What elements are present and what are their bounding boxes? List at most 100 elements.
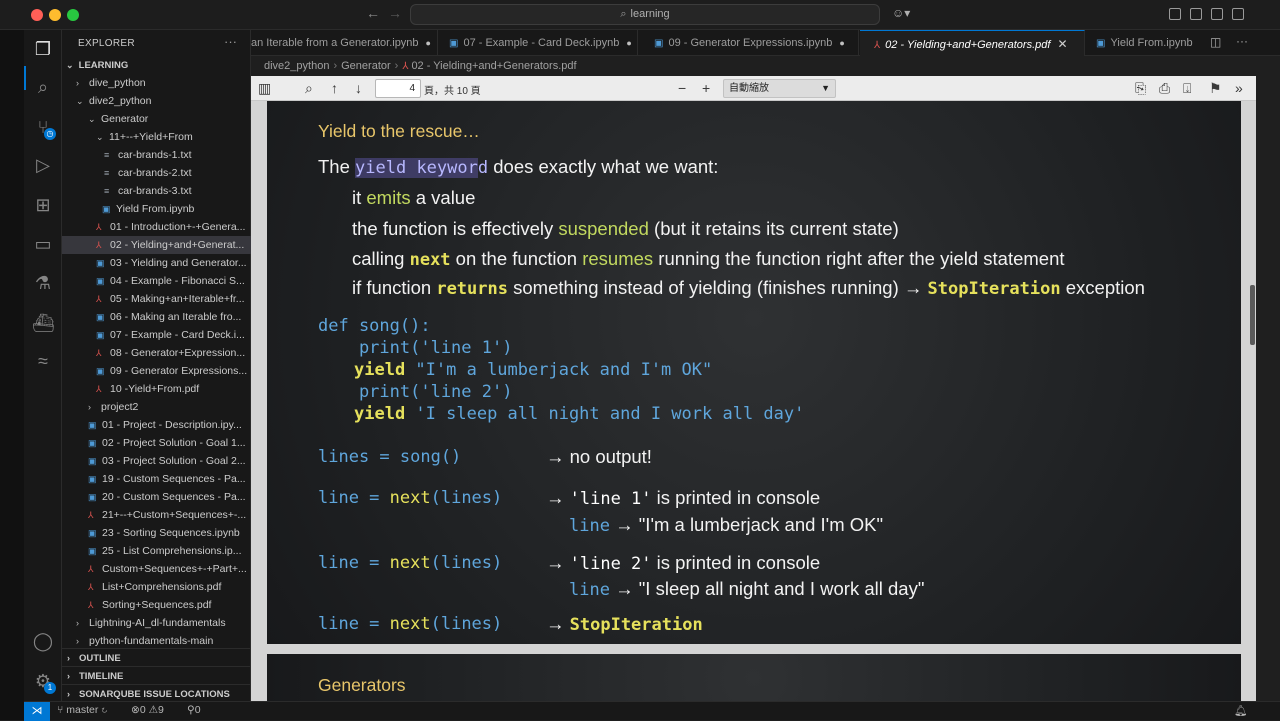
- extensions-icon[interactable]: ⊞: [32, 194, 54, 216]
- breadcrumb-item[interactable]: 02 - Yielding+and+Generators.pdf: [411, 60, 576, 72]
- tree-folder[interactable]: › dive_python: [62, 74, 251, 92]
- problems-status[interactable]: ⊗0 ⚠9: [131, 704, 164, 716]
- tree-file[interactable]: ⅄ Sorting+Sequences.pdf: [62, 596, 251, 614]
- tree-file[interactable]: ▣ 06 - Making an Iterable fro...: [62, 308, 251, 326]
- tree-file[interactable]: ▣ 02 - Project Solution - Goal 1...: [62, 434, 251, 452]
- tree-file[interactable]: ▣ 07 - Example - Card Deck.i...: [62, 326, 251, 344]
- account-icon[interactable]: ◯: [32, 630, 54, 652]
- tree-file[interactable]: ▣ 25 - List Comprehensions.ip...: [62, 542, 251, 560]
- remote-explorer-icon[interactable]: ▭: [32, 233, 54, 255]
- notebook-file-icon: ▣: [96, 312, 105, 322]
- customize-layout-icon[interactable]: [1232, 8, 1244, 20]
- more-actions-icon[interactable]: ···: [224, 34, 237, 49]
- scrollbar-thumb[interactable]: [1250, 285, 1255, 345]
- intro-text: The: [318, 156, 356, 177]
- explorer-icon[interactable]: ❐: [32, 38, 54, 60]
- search-icon[interactable]: ⌕: [32, 76, 54, 98]
- tools-menu-icon[interactable]: »: [1235, 80, 1243, 96]
- wave-icon[interactable]: ≈: [32, 350, 54, 372]
- notebook-icon: ▣: [449, 38, 459, 49]
- tree-file[interactable]: ▣ 09 - Generator Expressions...: [62, 362, 251, 380]
- previous-page-icon[interactable]: ↑: [331, 80, 338, 96]
- workspace-root[interactable]: ⌄ LEARNING: [62, 56, 251, 74]
- tree-file[interactable]: ≡ car-brands-3.txt: [62, 182, 251, 200]
- tree-file[interactable]: ⅄ 02 - Yielding+and+Generat...: [62, 236, 251, 254]
- save-icon[interactable]: ⍗: [1183, 80, 1191, 96]
- tree-folder[interactable]: › Lightning-AI_dl-fundamentals: [62, 614, 251, 632]
- notebook-file-icon: ▣: [88, 438, 97, 448]
- window-close-button[interactable]: [31, 9, 43, 21]
- tree-file[interactable]: ▣ 20 - Custom Sequences - Pa...: [62, 488, 251, 506]
- split-editor-icon[interactable]: ◫: [1210, 35, 1221, 49]
- toggle-panel-icon[interactable]: [1190, 8, 1202, 20]
- tab-yield-from[interactable]: ▣ Yield From.ipynb: [1086, 30, 1208, 56]
- notifications-icon[interactable]: 🔔︎: [1234, 704, 1247, 717]
- back-arrow-icon[interactable]: ←: [366, 5, 380, 21]
- tree-file[interactable]: ⅄ Custom+Sequences+-+Part+...: [62, 560, 251, 578]
- bullet-code: StopIteration: [927, 279, 1061, 299]
- print-icon[interactable]: ⎙: [1159, 80, 1170, 96]
- tree-item-label: 04 - Example - Fibonacci S...: [110, 275, 245, 287]
- tree-file[interactable]: ⅄ 01 - Introduction+-+Genera...: [62, 218, 251, 236]
- open-file-icon[interactable]: ⎘: [1135, 80, 1146, 96]
- tree-file[interactable]: ⅄ List+Comprehensions.pdf: [62, 578, 251, 596]
- ports-status[interactable]: ⚲0: [187, 704, 201, 716]
- activity-bar: ❐ ⌕ ⑂ ◷ ▷ ⊞ ▭ ⚗ ⛴ ≈ ◯ ⚙ 1: [24, 30, 62, 701]
- tab-card-deck[interactable]: ▣ 07 - Example - Card Deck.ipynb ●: [439, 30, 638, 56]
- next-page-icon[interactable]: ↓: [355, 80, 362, 96]
- tree-file[interactable]: ▣ 19 - Custom Sequences - Pa...: [62, 470, 251, 488]
- section-sonarqube-issue-locations[interactable]: › SONARQUBE ISSUE LOCATIONS: [62, 684, 251, 702]
- tab-yielding-generators-pdf[interactable]: ⅄ 02 - Yielding+and+Generators.pdf ✕: [860, 30, 1085, 56]
- toggle-secondary-sidebar-icon[interactable]: [1211, 8, 1223, 20]
- tree-folder[interactable]: ⌄ Generator: [62, 110, 251, 128]
- chevron-right-icon: ›: [67, 671, 70, 681]
- remote-indicator-icon[interactable]: ⋊: [24, 702, 50, 721]
- tree-file[interactable]: ⅄ 10 -Yield+From.pdf: [62, 380, 251, 398]
- tree-item-label: 10 -Yield+From.pdf: [110, 383, 200, 395]
- tree-folder[interactable]: ⌄ dive2_python: [62, 92, 251, 110]
- tree-file[interactable]: ▣ 03 - Project Solution - Goal 2...: [62, 452, 251, 470]
- pdf-viewer[interactable]: Yield to the rescue… The yield keyword d…: [251, 101, 1256, 701]
- tree-file[interactable]: ⅄ 05 - Making+an+Iterable+fr...: [62, 290, 251, 308]
- section-outline[interactable]: › OUTLINE: [62, 648, 251, 666]
- command-center-search[interactable]: ⌕ learning: [410, 4, 880, 25]
- copilot-icon[interactable]: ☺▾: [892, 6, 910, 20]
- git-branch-icon: ⑂: [57, 704, 64, 716]
- tree-file[interactable]: ▣ 01 - Project - Description.ipy...: [62, 416, 251, 434]
- tree-file[interactable]: ▣ 04 - Example - Fibonacci S...: [62, 272, 251, 290]
- tree-file[interactable]: ≡ car-brands-2.txt: [62, 164, 251, 182]
- tree-file[interactable]: ▣ Yield From.ipynb: [62, 200, 251, 218]
- tab-generator-expressions[interactable]: ▣ 09 - Generator Expressions.ipynb ●: [639, 30, 859, 56]
- tree-file[interactable]: ⅄ 08 - Generator+Expression...: [62, 344, 251, 362]
- forward-arrow-icon[interactable]: →: [388, 5, 402, 21]
- bookmark-icon[interactable]: ⚑: [1209, 80, 1222, 96]
- toggle-primary-sidebar-icon[interactable]: [1169, 8, 1181, 20]
- window-minimize-button[interactable]: [49, 9, 61, 21]
- notebook-icon: ▣: [1096, 38, 1106, 49]
- more-tabs-icon[interactable]: ···: [1236, 34, 1248, 48]
- window-maximize-button[interactable]: [67, 9, 79, 21]
- run-debug-icon[interactable]: ▷: [32, 154, 54, 176]
- tree-file[interactable]: ▣ 23 - Sorting Sequences.ipynb: [62, 524, 251, 542]
- find-icon[interactable]: ⌕: [305, 80, 313, 96]
- pdf-icon: ⅄: [874, 40, 881, 51]
- tree-folder[interactable]: › project2: [62, 398, 251, 416]
- tree-file[interactable]: ⅄ 21+--+Custom+Sequences+-...: [62, 506, 251, 524]
- section-timeline[interactable]: › TIMELINE: [62, 666, 251, 684]
- docker-icon[interactable]: ⛴: [32, 312, 55, 334]
- branch-status[interactable]: ⑂ master ↻: [57, 704, 108, 716]
- zoom-out-icon[interactable]: −: [678, 80, 686, 96]
- testing-icon[interactable]: ⚗: [32, 272, 54, 294]
- tree-file[interactable]: ▣ 03 - Yielding and Generator...: [62, 254, 251, 272]
- bullet-resumes: calling next on the function resumes run…: [352, 248, 1065, 270]
- breadcrumb-item[interactable]: Generator: [341, 60, 391, 72]
- zoom-select[interactable]: 自動縮放 ▼: [723, 79, 836, 98]
- tree-file[interactable]: ≡ car-brands-1.txt: [62, 146, 251, 164]
- zoom-in-icon[interactable]: +: [702, 80, 710, 96]
- page-number-input[interactable]: 4: [375, 79, 421, 98]
- tree-folder[interactable]: ⌄ 11+--+Yield+From: [62, 128, 251, 146]
- breadcrumb-item[interactable]: dive2_python: [264, 60, 329, 72]
- close-tab-icon[interactable]: ✕: [1057, 31, 1067, 56]
- sidebar-toggle-icon[interactable]: ▥: [258, 80, 271, 96]
- tab-make-iterable[interactable]: an Iterable from a Generator.ipynb ●: [251, 30, 438, 56]
